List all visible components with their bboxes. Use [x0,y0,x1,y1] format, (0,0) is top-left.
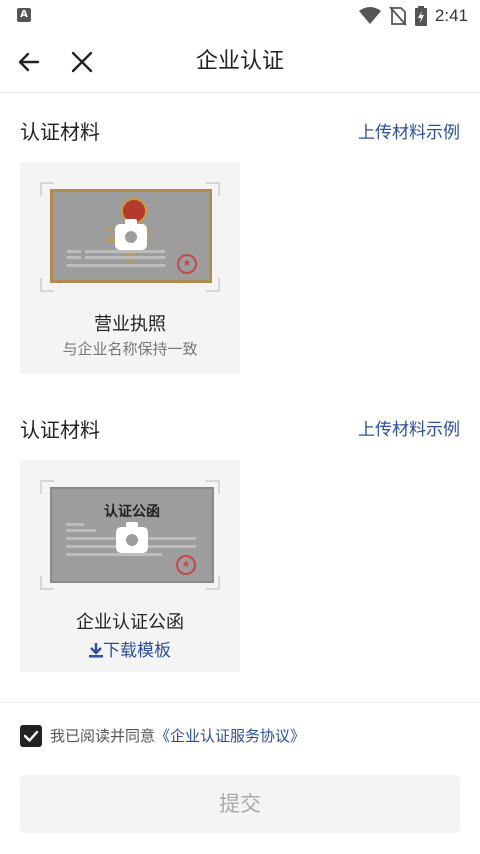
letter-doc-title: 认证公函 [104,504,160,520]
agreement-link[interactable]: 《企业认证服务协议》 [155,727,305,745]
upload-frame: 认证公函 ★ [40,480,220,590]
seal-icon: ★ [176,555,196,575]
submit-button[interactable]: 提交 [20,775,460,833]
navbar: 企业认证 [0,32,480,93]
bottom-action-area: 我已阅读并同意《企业认证服务协议》 提交 [0,702,480,854]
camera-icon [115,219,147,250]
auth-letter-illustration: 认证公函 ★ [50,487,214,583]
upload-frame: 营业执照 ★ [40,182,220,292]
status-bar: A 2:41 [0,0,480,32]
wifi-icon [358,7,381,24]
battery-charging-icon [414,6,427,26]
seal-icon: ★ [177,254,197,274]
status-icons: 2:41 [358,4,468,28]
close-button[interactable] [68,48,96,76]
business-license-illustration: 营业执照 ★ [50,189,212,283]
arrow-left-icon [18,52,40,72]
auth-letter-upload-card[interactable]: 认证公函 ★ 企业认证公函 下载模板 [20,460,240,672]
close-icon [71,51,93,73]
business-license-upload-card[interactable]: 营业执照 ★ 营业执照 与企业名称保持一致 [20,162,240,374]
camera-icon [116,522,148,553]
section-title: 认证材料 [20,120,100,144]
no-sim-icon [389,6,407,26]
check-icon [23,730,39,742]
card-subtitle: 与企业名称保持一致 [62,340,198,358]
agreement-prefix: 我已阅读并同意 [50,727,156,745]
back-button[interactable] [16,48,44,76]
download-icon [89,643,103,658]
agreement-checkbox[interactable] [20,725,42,747]
section-title: 认证材料 [20,418,100,442]
card-title: 营业执照 [94,314,166,335]
card-title: 企业认证公函 [76,612,184,633]
download-template-link[interactable]: 下载模板 [20,636,240,661]
download-template-label: 下载模板 [103,641,171,661]
agreement-text: 我已阅读并同意《企业认证服务协议》 [50,725,305,747]
upload-example-link[interactable]: 上传材料示例 [358,415,460,440]
clock: 2:41 [434,6,468,25]
upload-example-link[interactable]: 上传材料示例 [358,118,460,143]
app-notification-icon: A [17,8,31,22]
